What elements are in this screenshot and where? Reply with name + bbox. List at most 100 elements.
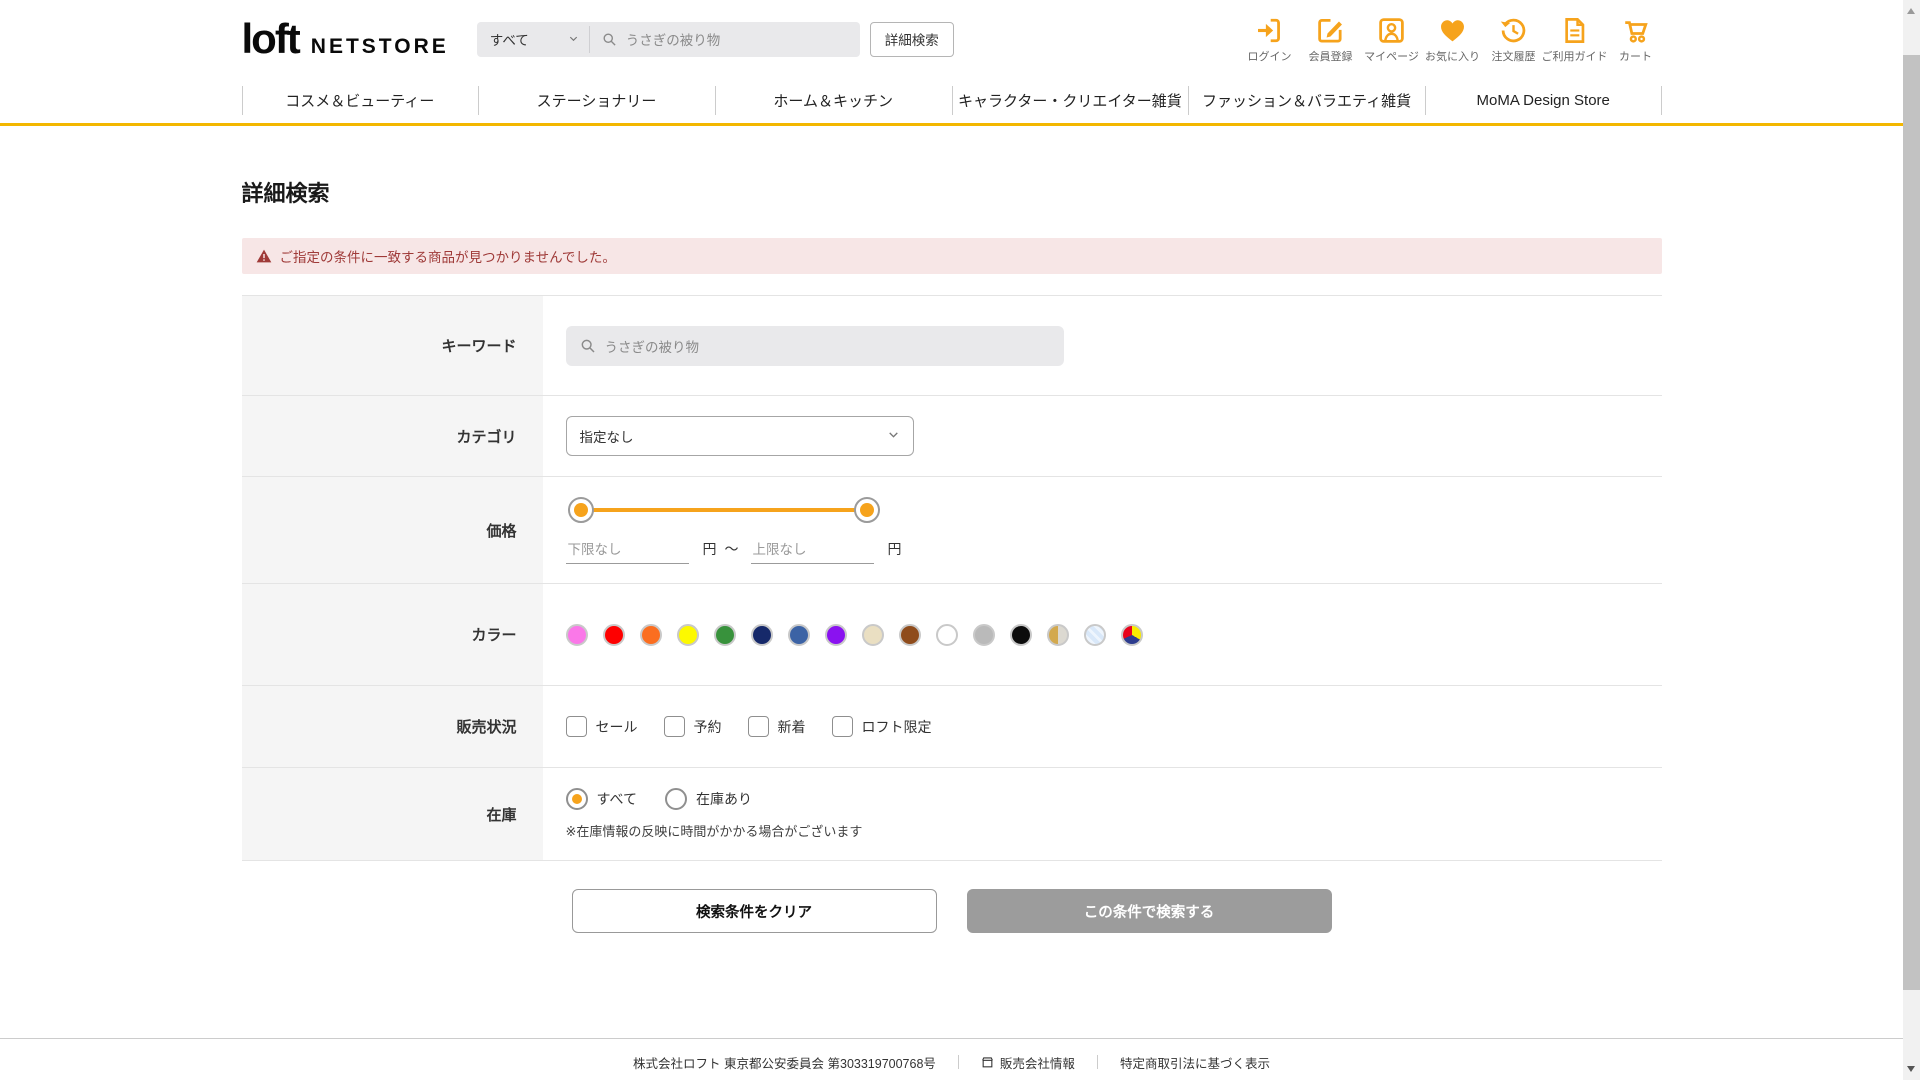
status-option-new[interactable]: 新着 [747,716,806,737]
quick-links: ログイン 会員登録 マイページ お気に入り 注文履歴 ご利用ガイド カート [1244,14,1662,64]
heart-icon [1438,14,1467,46]
price-label: 価格 [241,477,543,583]
header-search-input[interactable] [625,31,848,47]
form-row-keyword: キーワード [241,296,1662,396]
category-select[interactable]: 指定なし [565,416,914,456]
color-swatch-navy[interactable] [750,623,773,646]
color-swatch-yellow[interactable] [676,623,699,646]
price-slider [567,496,880,523]
status-option-reserve[interactable]: 予約 [663,716,722,737]
footer: 株式会社ロフト 東京都公安委員会 第303319700768号 販売会社情報 特… [0,1038,1903,1080]
footer-link-seller-info[interactable]: 販売会社情報 [981,1053,1075,1072]
nav-item-home-kitchen[interactable]: ホーム＆キッチン [714,78,952,123]
checkbox-icon [747,716,769,737]
footer-company-text: 株式会社ロフト 東京都公安委員会 第303319700768号 [633,1056,936,1071]
radio-icon [565,788,588,810]
price-max-input[interactable] [750,541,874,564]
scrollbar-thumb[interactable] [1903,55,1920,990]
footer-divider [1096,1055,1098,1069]
color-swatch-multi[interactable] [1120,623,1143,646]
checkbox-label: 予約 [693,718,722,735]
color-swatch-gray[interactable] [972,623,995,646]
quicklink-login[interactable]: ログイン [1244,14,1296,64]
footer-link-tokutei[interactable]: 特定商取引法に基づく表示 [1120,1053,1270,1072]
price-range-separator: ～ [724,540,739,557]
nav-item-stationery[interactable]: ステーショナリー [478,78,715,123]
quicklink-label: お気に入り [1425,51,1480,63]
stock-option-all[interactable]: すべて [565,788,637,810]
page-title: 詳細検索 [241,181,330,206]
keyword-label: キーワード [241,296,543,395]
color-swatch-list [542,584,1662,685]
form-actions: 検索条件をクリア この条件で検索する [242,889,1662,933]
radio-label: 在庫あり [695,791,752,807]
price-slider-handle-min[interactable] [567,496,594,523]
quicklink-label: マイページ [1364,51,1419,63]
header: loft NETSTORE すべて うさぎの被り物 詳細検索 ログイン 会員登録… [242,0,1662,78]
checkbox-icon [831,716,853,737]
submit-search-button[interactable]: この条件で検索する [966,889,1332,933]
clear-search-button[interactable]: 検索条件をクリア [571,889,937,933]
color-swatch-green[interactable] [713,623,736,646]
color-swatch-blue[interactable] [787,623,810,646]
search-form: キーワード カテゴリ 指定なし [241,295,1662,861]
price-unit-max: 円 [887,540,902,557]
quicklink-history[interactable]: 注文履歴 [1488,14,1540,64]
document-icon [1560,14,1589,46]
quicklink-mypage[interactable]: マイページ [1364,14,1419,64]
stock-options: すべて 在庫あり [565,788,780,810]
color-swatch-black[interactable] [1009,623,1032,646]
color-swatch-brown[interactable] [898,623,921,646]
mypage-icon [1377,14,1406,46]
color-swatch-white[interactable] [935,623,958,646]
chevron-down-icon [887,428,900,444]
quicklink-label: 会員登録 [1308,51,1353,63]
vertical-scrollbar [1903,0,1920,1080]
checkbox-label: セール [595,718,638,735]
price-slider-track [580,507,867,512]
price-min-input[interactable] [565,541,689,564]
checkbox-icon [663,716,685,737]
form-row-price: 価格 円 ～ 円 [241,477,1662,584]
scrollbar-up-arrow[interactable] [1907,8,1915,14]
color-swatch-gold-silver[interactable] [1046,623,1069,646]
keyword-input[interactable] [604,338,1050,353]
color-swatch-orange[interactable] [639,623,662,646]
color-swatch-red[interactable] [602,623,625,646]
footer-divider [957,1055,959,1069]
price-slider-handle-max[interactable] [853,496,880,523]
nav-item-fashion[interactable]: ファッション＆バラエティ雑貨 [1188,78,1425,123]
quicklink-register[interactable]: 会員登録 [1305,14,1357,64]
advanced-search-button[interactable]: 詳細検索 [869,21,954,57]
color-swatch-purple[interactable] [824,623,847,646]
store-logo[interactable]: loft NETSTORE [242,18,449,60]
scrollbar-down-arrow[interactable] [1907,1066,1915,1072]
screen: loft NETSTORE すべて うさぎの被り物 詳細検索 ログイン 会員登録… [0,0,1920,1080]
cart-icon [1621,14,1650,46]
search-category-select[interactable]: すべて [477,22,589,57]
stock-option-in-stock[interactable]: 在庫あり [664,788,752,810]
quicklink-cart[interactable]: カート [1610,14,1662,64]
color-swatch-beige[interactable] [861,623,884,646]
status-option-loft-limited[interactable]: ロフト限定 [831,716,932,737]
register-icon [1316,14,1345,46]
store-icon [982,1056,993,1067]
nav-item-moma[interactable]: MoMA Design Store [1424,78,1662,123]
quicklink-guide[interactable]: ご利用ガイド [1542,14,1608,64]
quicklink-label: ログイン [1247,51,1292,63]
radio-icon [664,788,687,810]
logo-loft-text: loft [241,15,301,62]
nav-item-cosme[interactable]: コスメ＆ビューティー [241,78,479,123]
price-inputs: 円 ～ 円 [565,539,902,564]
quicklink-label: ご利用ガイド [1541,51,1608,63]
error-banner: ご指定の条件に一致する商品が見つかりませんでした。 [241,238,1662,274]
category-select-value: 指定なし [579,430,634,445]
status-option-sale[interactable]: セール [565,716,638,737]
stock-note: ※在庫情報の反映に時間がかかる場合がございます [565,824,863,839]
quicklink-favorites[interactable]: お気に入り [1425,14,1480,64]
nav-item-character[interactable]: キャラクター・クリエイター雑貨 [951,78,1189,123]
color-swatch-pink[interactable] [565,623,588,646]
color-swatch-clear[interactable] [1083,623,1106,646]
radio-label: すべて [596,791,637,807]
footer-link-label: 特定商取引法に基づく表示 [1119,1056,1270,1071]
